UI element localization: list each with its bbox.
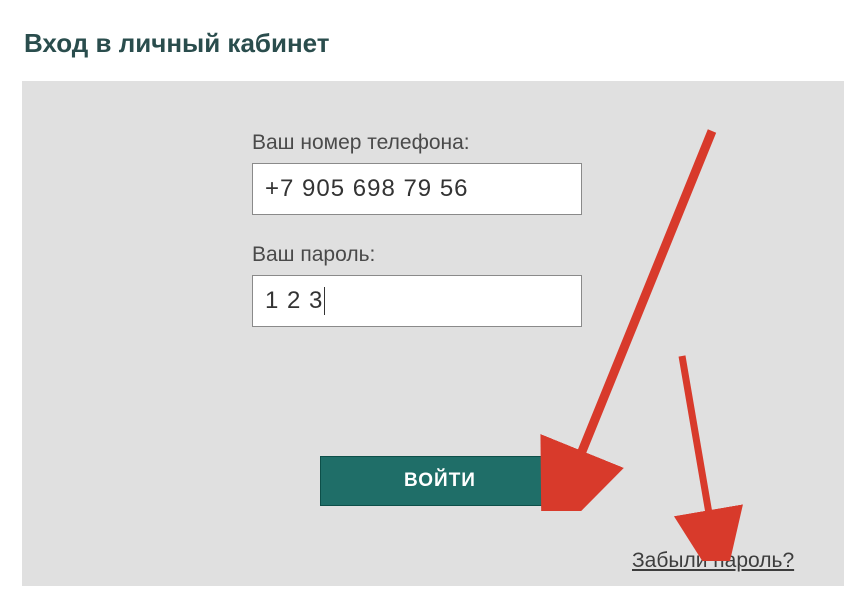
phone-label: Ваш номер телефона: [252,131,592,155]
login-button[interactable]: ВОЙТИ [320,456,560,506]
arrow-to-forgot-icon [642,351,802,561]
login-form: Ваш номер телефона: Ваш пароль: 1 2 3 [252,131,592,355]
text-caret-icon [324,287,325,315]
forgot-password-link[interactable]: Забыли пароль? [632,549,794,573]
password-value: 1 2 3 [265,287,323,315]
page-title: Вход в личный кабинет [24,28,844,59]
password-input[interactable]: 1 2 3 [252,275,582,327]
phone-input[interactable] [252,163,582,215]
login-panel: Ваш номер телефона: Ваш пароль: 1 2 3 ВО… [22,81,844,586]
password-label: Ваш пароль: [252,243,592,267]
page-root: Вход в личный кабинет Ваш номер телефона… [0,0,866,602]
